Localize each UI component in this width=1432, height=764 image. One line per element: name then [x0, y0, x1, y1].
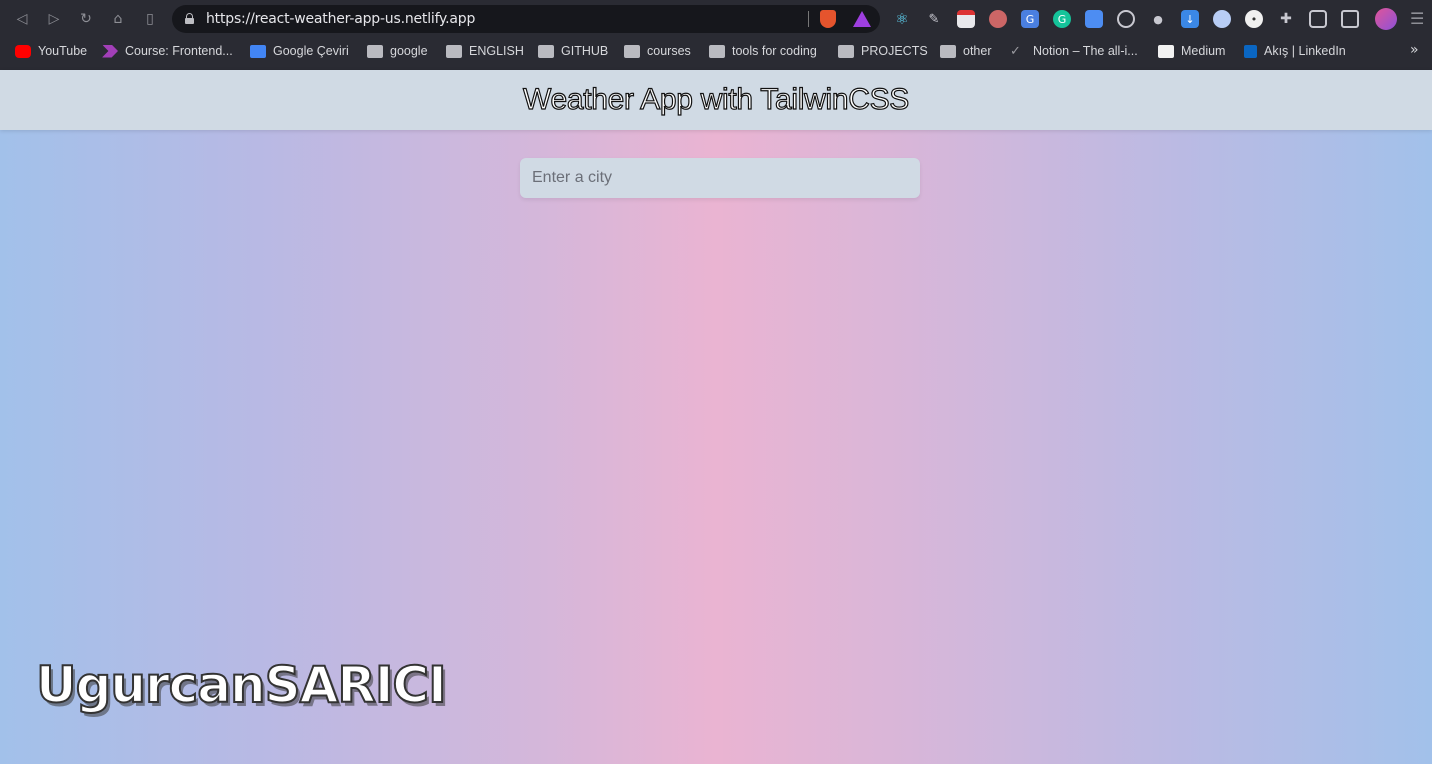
bookmark-label: other	[963, 44, 992, 58]
url-divider	[808, 11, 809, 27]
brave-rewards-icon[interactable]	[853, 11, 871, 27]
extension-circle-icon[interactable]	[1213, 10, 1231, 28]
bookmark-youtube[interactable]: YouTube	[15, 42, 87, 60]
sidebar-icon[interactable]	[1309, 10, 1327, 28]
folder-icon	[446, 44, 462, 58]
folder-icon	[624, 44, 640, 58]
reload-icon[interactable]: ↻	[75, 8, 97, 30]
bookmark-folder-english[interactable]: ENGLISH	[446, 42, 524, 60]
compass-icon[interactable]	[1117, 10, 1135, 28]
bookmark-label: Akış | LinkedIn	[1264, 44, 1346, 58]
browser-chrome: ◁ ▷ ↻ ⌂ ▯ https://react-weather-app-us.n…	[0, 0, 1432, 70]
bookmark-label: YouTube	[38, 44, 88, 58]
folder-icon	[538, 44, 554, 58]
bookmark-folder-projects[interactable]: PROJECTS	[838, 42, 928, 60]
forward-icon[interactable]: ▷	[43, 8, 65, 30]
bookmarks-more-button[interactable]: »	[1410, 42, 1419, 58]
bookmark-linkedin[interactable]: Akış | LinkedIn	[1244, 42, 1346, 60]
lock-icon[interactable]	[185, 13, 194, 24]
browser-toolbar: ◁ ▷ ↻ ⌂ ▯ https://react-weather-app-us.n…	[0, 0, 1432, 38]
notion-icon: ✓	[1010, 43, 1021, 59]
bookmark-medium[interactable]: Medium	[1158, 42, 1225, 60]
grammarly-icon[interactable]: G	[1053, 10, 1071, 28]
bookmark-label: Course: Frontend...	[125, 44, 233, 58]
app-header: Weather App with TailwinCSS	[0, 70, 1432, 130]
bookmark-folder-courses[interactable]: courses	[624, 42, 691, 60]
react-devtools-icon[interactable]: ⚛	[893, 10, 911, 28]
folder-icon	[367, 44, 383, 58]
menu-icon[interactable]: ☰	[1410, 9, 1424, 28]
folder-icon	[940, 44, 956, 58]
docs-icon[interactable]	[1085, 10, 1103, 28]
bookmark-folder-github[interactable]: GITHUB	[538, 42, 608, 60]
bookmark-label: courses	[647, 44, 691, 58]
puzzle-icon[interactable]: ✚	[1277, 10, 1295, 28]
watermark-text: UgurcanSARICI	[35, 655, 448, 715]
bookmark-folder-google[interactable]: google	[367, 42, 428, 60]
bookmark-label: tools for coding	[732, 44, 817, 58]
back-icon[interactable]: ◁	[11, 8, 33, 30]
bookmark-label: google	[390, 44, 428, 58]
address-bar[interactable]: https://react-weather-app-us.netlify.app	[172, 5, 880, 33]
mask-icon[interactable]	[989, 10, 1007, 28]
bookmark-folder-other[interactable]: other	[940, 42, 992, 60]
home-icon[interactable]: ⌂	[107, 8, 129, 30]
bookmark-label: Google Çeviri	[273, 44, 349, 58]
translate-icon[interactable]: G	[1021, 10, 1039, 28]
bookmark-notion[interactable]: ✓ Notion – The all-i...	[1010, 42, 1138, 60]
bookmark-label: Medium	[1181, 44, 1226, 58]
wallet-icon[interactable]	[1341, 10, 1359, 28]
bookmark-google-translate[interactable]: Google Çeviri	[250, 42, 349, 60]
folder-icon	[709, 44, 725, 58]
folder-icon	[838, 44, 854, 58]
pen-icon[interactable]: ✎	[925, 10, 943, 28]
google-translate-icon	[250, 44, 266, 58]
bookmark-label: Notion – The all-i...	[1033, 44, 1138, 58]
bookmark-label: PROJECTS	[861, 44, 928, 58]
bookmark-course[interactable]: Course: Frontend...	[102, 42, 233, 60]
youtube-icon	[15, 44, 31, 58]
download-icon[interactable]: ↓	[1181, 10, 1199, 28]
url-text[interactable]: https://react-weather-app-us.netlify.app	[206, 11, 475, 27]
bookmarks-bar: YouTube Course: Frontend... Google Çevir…	[0, 38, 1432, 64]
linkedin-icon	[1244, 44, 1257, 58]
mouse-icon[interactable]: ●	[1149, 10, 1167, 28]
bookmark-label: ENGLISH	[469, 44, 524, 58]
bookmark-icon[interactable]: ▯	[139, 8, 161, 30]
bookmark-folder-tools[interactable]: tools for coding	[709, 42, 817, 60]
bookmark-label: GITHUB	[561, 44, 609, 58]
city-search-input[interactable]	[520, 158, 920, 198]
calendar-icon[interactable]	[957, 10, 975, 28]
medium-icon	[1158, 44, 1174, 58]
course-icon	[102, 44, 118, 58]
page-title: Weather App with TailwinCSS	[522, 82, 910, 116]
brave-shields-icon[interactable]	[820, 10, 836, 28]
profile-avatar[interactable]	[1375, 8, 1397, 30]
extension-dot-icon[interactable]: •	[1245, 10, 1263, 28]
